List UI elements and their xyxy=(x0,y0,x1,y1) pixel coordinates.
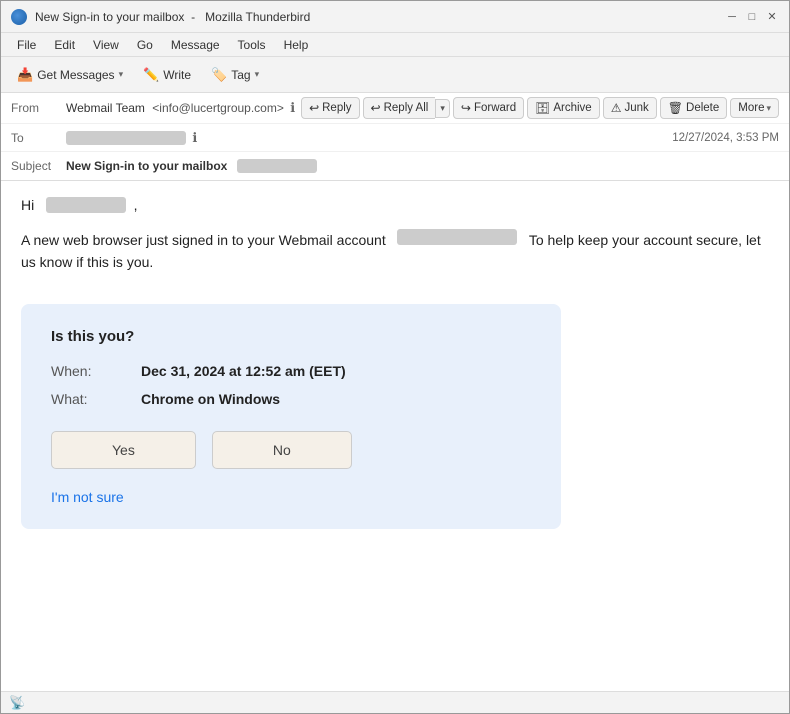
subject-value: New Sign-in to your mailbox xyxy=(66,159,779,173)
to-info-button[interactable]: ℹ xyxy=(189,130,200,146)
reply-all-dropdown[interactable]: ▾ xyxy=(435,99,450,118)
from-info-button[interactable]: ℹ xyxy=(287,100,298,116)
no-button[interactable]: No xyxy=(212,431,352,469)
window-title-prefix: New Sign-in to your mailbox xyxy=(35,10,184,24)
menu-help[interactable]: Help xyxy=(276,36,317,54)
from-email: <info@lucertgroup.com> xyxy=(152,101,284,115)
window-title-app: Mozilla Thunderbird xyxy=(205,10,310,24)
when-row: When: Dec 31, 2024 at 12:52 am (EET) xyxy=(51,363,531,379)
archive-label: Archive xyxy=(553,102,591,114)
from-row: From Webmail Team <info@lucertgroup.com>… xyxy=(1,93,789,124)
more-dropdown-arrow: ▾ xyxy=(766,103,771,114)
menu-view[interactable]: View xyxy=(85,36,127,54)
maximize-button[interactable]: □ xyxy=(745,10,759,24)
window-controls: ─ □ ✕ xyxy=(725,10,779,24)
menu-bar: File Edit View Go Message Tools Help xyxy=(1,33,789,57)
delete-button[interactable]: 🗑 Delete xyxy=(660,97,727,119)
status-bar: 📡 xyxy=(1,691,789,713)
delete-label: Delete xyxy=(686,102,719,114)
tag-label: Tag xyxy=(231,68,250,82)
menu-file[interactable]: File xyxy=(9,36,44,54)
forward-button[interactable]: ↪ Forward xyxy=(453,97,524,119)
to-value: ℹ xyxy=(66,130,662,146)
reply-label: Reply xyxy=(322,102,351,114)
what-value: Chrome on Windows xyxy=(141,391,280,407)
junk-icon: ⚠ xyxy=(611,101,622,115)
menu-tools[interactable]: Tools xyxy=(230,36,274,54)
tag-arrow: ▾ xyxy=(255,69,260,80)
security-card: Is this you? When: Dec 31, 2024 at 12:52… xyxy=(21,304,561,529)
email-header: From Webmail Team <info@lucertgroup.com>… xyxy=(1,93,789,181)
tag-icon: 🏷️ xyxy=(211,67,227,83)
reply-all-icon: ↩ xyxy=(371,101,381,115)
reply-all-button[interactable]: ↩ Reply All xyxy=(363,97,436,119)
from-value: Webmail Team <info@lucertgroup.com> ℹ xyxy=(66,100,301,116)
yes-button[interactable]: Yes xyxy=(51,431,196,469)
from-label: From xyxy=(11,101,66,115)
get-messages-icon: 📥 xyxy=(17,67,33,83)
subject-extra-blurred xyxy=(237,159,317,173)
menu-go[interactable]: Go xyxy=(129,36,161,54)
reply-all-group: ↩ Reply All ▾ xyxy=(363,97,450,119)
email-action-buttons: ↩ Reply ↩ Reply All ▾ ↪ Forward 🗄 Archi xyxy=(301,97,779,119)
reply-button[interactable]: ↩ Reply xyxy=(301,97,359,119)
forward-icon: ↪ xyxy=(461,101,471,115)
main-window: New Sign-in to your mailbox - Mozilla Th… xyxy=(0,0,790,714)
toolbar: 📥 Get Messages ▾ ✏️ Write 🏷️ Tag ▾ xyxy=(1,57,789,93)
body-text-1: A new web browser just signed in to your… xyxy=(21,232,386,248)
to-label: To xyxy=(11,131,66,145)
more-label: More xyxy=(738,102,764,114)
account-blurred xyxy=(397,229,517,245)
reply-icon: ↩ xyxy=(309,101,319,115)
close-button[interactable]: ✕ xyxy=(765,10,779,24)
get-messages-arrow: ▾ xyxy=(119,69,124,80)
forward-label: Forward xyxy=(474,102,516,114)
write-button[interactable]: ✏️ Write xyxy=(135,64,199,86)
junk-label: Junk xyxy=(624,102,648,114)
card-title: Is this you? xyxy=(51,328,531,345)
email-body: PFC Hi , A new web browser just signed i… xyxy=(1,181,789,691)
security-details: When: Dec 31, 2024 at 12:52 am (EET) Wha… xyxy=(51,363,531,407)
connection-icon: 📡 xyxy=(9,695,25,711)
delete-icon: 🗑 xyxy=(668,101,683,115)
what-row: What: Chrome on Windows xyxy=(51,391,531,407)
app-icon xyxy=(11,9,27,25)
email-date: 12/27/2024, 3:53 PM xyxy=(672,132,779,144)
when-value: Dec 31, 2024 at 12:52 am (EET) xyxy=(141,363,346,379)
greeting-text: Hi xyxy=(21,197,34,213)
what-label: What: xyxy=(51,391,141,407)
reply-all-label: Reply All xyxy=(384,102,429,114)
tag-button[interactable]: 🏷️ Tag ▾ xyxy=(203,64,267,86)
window-title: New Sign-in to your mailbox - Mozilla Th… xyxy=(35,10,310,24)
not-sure-link[interactable]: I'm not sure xyxy=(51,489,124,505)
subject-row: Subject New Sign-in to your mailbox xyxy=(1,152,789,180)
recipient-name-blurred xyxy=(46,197,126,213)
title-bar-left: New Sign-in to your mailbox - Mozilla Th… xyxy=(11,9,310,25)
subject-text: New Sign-in to your mailbox xyxy=(66,159,227,173)
archive-icon: 🗄 xyxy=(535,101,550,115)
get-messages-label: Get Messages xyxy=(37,68,114,82)
get-messages-button[interactable]: 📥 Get Messages ▾ xyxy=(9,64,131,86)
more-button[interactable]: More ▾ xyxy=(730,98,779,118)
archive-button[interactable]: 🗄 Archive xyxy=(527,97,600,119)
to-row: To ℹ 12/27/2024, 3:53 PM xyxy=(1,124,789,152)
menu-message[interactable]: Message xyxy=(163,36,228,54)
card-action-buttons: Yes No xyxy=(51,431,531,469)
from-name: Webmail Team xyxy=(66,101,145,115)
title-bar: New Sign-in to your mailbox - Mozilla Th… xyxy=(1,1,789,33)
when-label: When: xyxy=(51,363,141,379)
menu-edit[interactable]: Edit xyxy=(46,36,83,54)
to-address-blurred xyxy=(66,131,186,145)
email-body-text: A new web browser just signed in to your… xyxy=(21,229,769,274)
write-label: Write xyxy=(163,68,191,82)
write-icon: ✏️ xyxy=(143,67,159,83)
subject-label: Subject xyxy=(11,159,66,173)
junk-button[interactable]: ⚠ Junk xyxy=(603,97,657,119)
email-greeting: Hi , xyxy=(21,197,769,213)
minimize-button[interactable]: ─ xyxy=(725,10,739,24)
